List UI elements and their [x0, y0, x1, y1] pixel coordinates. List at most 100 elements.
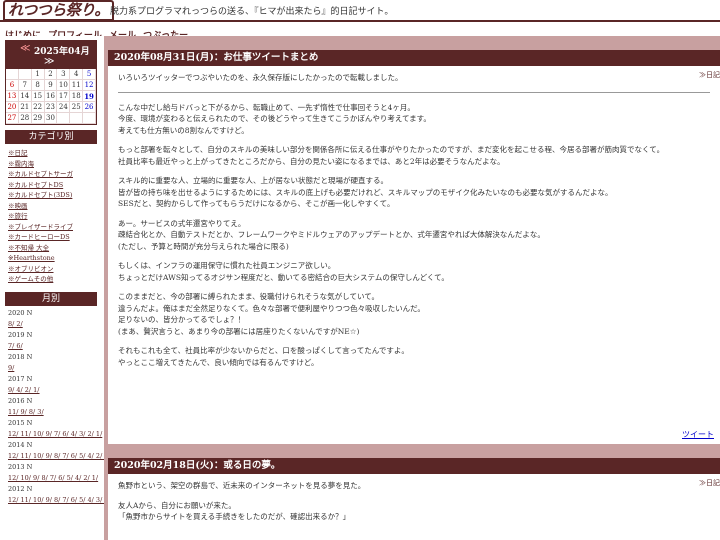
calendar-day[interactable]: 12 [83, 80, 96, 91]
post-body: 魚野市という、架空の群島で、近未来のインターネットを見る夢を見た。 友人Aから、自… [108, 474, 720, 537]
archive-month-links[interactable]: 12/ 11/ 10/ 9/ 8/ 7/ 6/ 5/ 4/ 2/ 1/ [8, 451, 111, 462]
archive-year: 2016 N [8, 397, 33, 405]
post-paragraph: スキル的に重要な人、立場的に重要な人、上が居ない状態だと現場が硬直する。 皆が皆の… [118, 175, 710, 210]
categories-title: カテゴリ別 [5, 130, 97, 144]
archive-month-links[interactable]: 12/ 11/ 10/ 9/ 7/ 6/ 4/ 3/ 2/ 1/ [8, 429, 102, 440]
category-link[interactable]: ※Hearthstone [8, 253, 100, 264]
archive-month-links[interactable]: 7/ 6/ [8, 341, 100, 352]
post-category-link[interactable]: ≫日記 [699, 475, 720, 491]
calendar: ≪ 2025年04月 ≫ 1 2 3 4 5 6 7 8 9 10 11 12 13 14 15 16 17 18… [5, 40, 97, 125]
post-paragraph: 友人Aから、自分にお願いが来た。「魚野市からサイトを買える手続きをしたのだが、確… [118, 500, 710, 523]
archive-year: 2020 N [8, 309, 33, 317]
archive-month-links[interactable]: 11/ 9/ 8/ 3/ [8, 407, 100, 418]
post-paragraph: あー。サービスの式年遷宮やりてえ。疎結合化とか、自動テストだとか、フレームワーク… [118, 218, 710, 253]
calendar-day[interactable]: 4 [70, 69, 84, 80]
category-link[interactable]: ※カルドセプトDS [8, 180, 100, 191]
category-link[interactable]: ※カードヒーローDS [8, 232, 100, 243]
category-link[interactable]: ※ブレイザードライブ [8, 222, 100, 233]
calendar-grid: 1 2 3 4 5 6 7 8 9 10 11 12 13 14 15 16 17 18 19 20 21 22 23 24 2… [6, 69, 96, 124]
calendar-header: ≪ 2025年04月 ≫ [6, 41, 96, 69]
archive-month-links[interactable]: 8/ 2/ [8, 319, 100, 330]
calendar-day [83, 113, 96, 124]
post-paragraph: それもこれも全て、社員比率が少ないからだと、口を酸っぱくして言ってたんですよ。や… [118, 345, 710, 368]
post-line: それもこれも全て、社員比率が少ないからだと、口を酸っぱくして言ってたんですよ。 [118, 346, 409, 355]
calendar-day[interactable]: 3 [57, 69, 71, 80]
calendar-day[interactable]: 15 [31, 91, 45, 102]
archive-month-links[interactable]: 9/ [8, 363, 100, 374]
calendar-day[interactable]: 20 [6, 102, 19, 113]
calendar-day[interactable]: 21 [18, 102, 32, 113]
calendar-day[interactable]: 29 [31, 113, 45, 124]
post-line: 足りないの、皆分かってるでしょ？！ [118, 315, 246, 324]
post-line: もしくは、インフラの運用保守に慣れた社員エンジニア欲しい。 [118, 261, 336, 270]
calendar-day[interactable]: 23 [44, 102, 58, 113]
calendar-next-button[interactable]: ≫ [44, 56, 54, 67]
post-line: (ただし、予算と時間が充分与えられた場合に限る) [118, 241, 289, 251]
post-line: こんな中だし給与ドバっと下がるから、転職止めて、一先ず惰性で仕事回そうと4ヶ月。 [118, 102, 415, 112]
post-paragraph: こんな中だし給与ドバっと下がるから、転職止めて、一先ず惰性で仕事回そうと4ヶ月。… [118, 102, 710, 137]
post-line: ちょっとだけAWS知ってるオジサン程度だと、動いてる密結合の巨大システムの保守し… [118, 272, 449, 282]
calendar-day[interactable]: 28 [18, 113, 32, 124]
calendar-day[interactable]: 7 [18, 80, 32, 91]
calendar-day[interactable]: 10 [57, 80, 71, 91]
post-line: 友人Aから、自分にお願いが来た。 [118, 500, 236, 510]
archive-year: 2012 N [8, 485, 33, 493]
site-logo[interactable]: れつつら祭り。 [3, 0, 114, 21]
calendar-day[interactable]: 26 [83, 102, 96, 113]
category-link[interactable]: ※不知帰 大全 [8, 243, 100, 254]
calendar-prev-button[interactable]: ≪ [20, 43, 30, 54]
post-paragraph: このままだと、今の部署に縛られたまま、役職付けられそうな気がしていて。 違うんだよ… [118, 291, 710, 337]
calendar-day [70, 113, 84, 124]
calendar-day[interactable]: 14 [18, 91, 32, 102]
main-content: 2020年08月31日(月)：お仕事ツイートまとめ ≫日記 いろいろツイッターで… [104, 36, 720, 540]
category-link[interactable]: ※日記 [8, 148, 100, 159]
post-line: 皆が皆の持ち味を出せるようにするためには、スキルの底上げも必要だけれど、スキルマ… [118, 187, 613, 197]
calendar-day[interactable]: 6 [6, 80, 19, 91]
category-list: ※日記 ※霧内海 ※カルドセプトサーガ ※カルドセプトDS ※カルドセプト(3DS) ※映… [8, 148, 100, 285]
post-category-link[interactable]: ≫日記 [699, 67, 720, 83]
calendar-day[interactable]: 8 [31, 80, 45, 91]
calendar-day[interactable]: 17 [57, 91, 71, 102]
calendar-day[interactable]: 19 [83, 91, 96, 102]
post-line: 疎結合化とか、自動テストだとか、フレームワークやミドルウェアのアップデートとか、… [118, 230, 545, 239]
post-title-text: 2020年02月18日(火)：或る日の夢。 [114, 460, 281, 471]
category-link[interactable]: ※カルドセプト(3DS) [8, 190, 100, 201]
archive-month-links[interactable]: 9/ 4/ 2/ 1/ [8, 385, 100, 396]
post: 2020年02月18日(火)：或る日の夢。 ≫日記 魚野市という、架空の群島で、… [108, 458, 720, 540]
archive-year: 2015 N [8, 419, 33, 427]
calendar-day[interactable]: 24 [57, 102, 71, 113]
category-link[interactable]: ※旅行 [8, 211, 100, 222]
calendar-day[interactable]: 1 [31, 69, 45, 80]
calendar-day[interactable]: 9 [44, 80, 58, 91]
archive-month-links[interactable]: 12/ 10/ 9/ 8/ 7/ 6/ 5/ 4/ 2/ 1/ [8, 473, 100, 484]
tweet-link[interactable]: ツイート [682, 429, 714, 440]
archive-month-links[interactable]: 12/ 11/ 10/ 9/ 8/ 7/ 6/ 5/ 4/ 3/ 2/ 1/ [8, 495, 119, 506]
calendar-day[interactable]: 11 [70, 80, 84, 91]
category-link[interactable]: ※カルドセプトサーガ [8, 169, 100, 180]
calendar-day[interactable]: 30 [44, 113, 58, 124]
calendar-day[interactable]: 2 [44, 69, 58, 80]
post-line: このままだと、今の部署に縛られたまま、役職付けられそうな気がしていて。 [118, 292, 379, 301]
archive-year: 2019 N [8, 331, 33, 339]
category-link[interactable]: ※映画 [8, 201, 100, 212]
calendar-day[interactable]: 27 [6, 113, 19, 124]
calendar-day[interactable]: 22 [31, 102, 45, 113]
category-link[interactable]: ※霧内海 [8, 159, 100, 170]
post-paragraphs: こんな中だし給与ドバっと下がるから、転職止めて、一先ず惰性で仕事回そうと4ヶ月。… [118, 102, 710, 369]
calendar-day[interactable]: 13 [6, 91, 19, 102]
calendar-day[interactable]: 16 [44, 91, 58, 102]
calendar-day [18, 69, 32, 80]
post-line: 「魚野市からサイトを買える手続きをしたのだが、確認出来るか？」 [118, 512, 351, 521]
post-line: (まあ、贅沢言うと、あまり今の部署には居座りたくないんですがNE☆) [118, 326, 360, 336]
category-link[interactable]: ※ゲームその他 [8, 274, 100, 285]
archive-year: 2017 N [8, 375, 33, 383]
category-link[interactable]: ※オブリビオン [8, 264, 100, 275]
calendar-day[interactable]: 5 [83, 69, 96, 80]
archive-year: 2018 N [8, 353, 33, 361]
site-tagline: 脱力系プログラマれっつらの送る、『ヒマが出来たら』的日記サイト。 [110, 7, 394, 17]
post-line: やっとここ増えてきたんで、良い傾向では有るんですけど。 [118, 357, 319, 367]
post-line: あー。サービスの式年遷宮やりてえ。 [118, 218, 246, 228]
calendar-day[interactable]: 18 [70, 91, 84, 102]
calendar-day[interactable]: 25 [70, 102, 84, 113]
post-intro: いろいろツイッターでつぶやいたのを、永久保存版にしたかったので転載しました。 [118, 73, 403, 82]
